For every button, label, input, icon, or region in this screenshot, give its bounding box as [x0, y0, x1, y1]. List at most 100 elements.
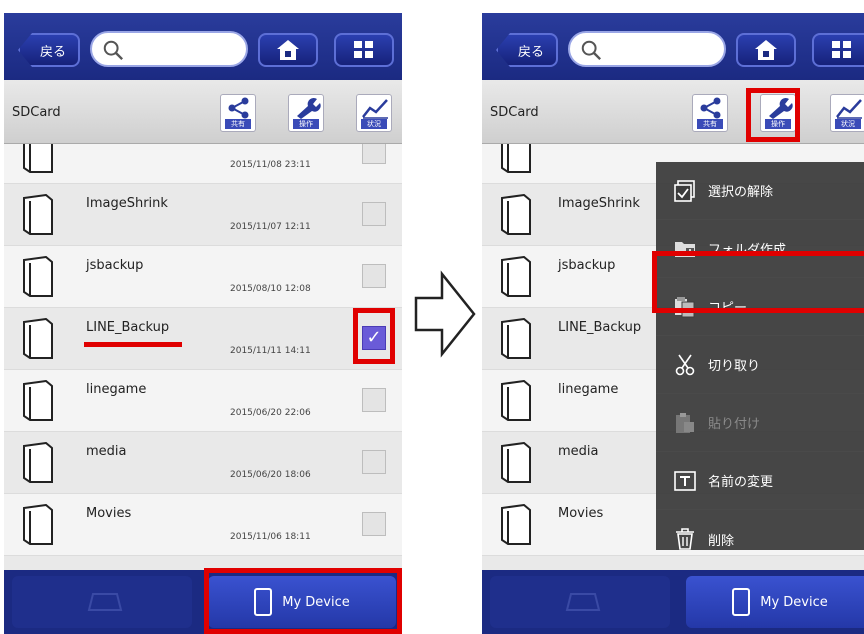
list-item[interactable]: media 2015/06/20 18:06	[4, 432, 402, 494]
folder-icon	[501, 380, 531, 421]
share-button[interactable]: 共有	[220, 94, 256, 132]
folder-icon	[23, 256, 53, 297]
list-item[interactable]: jsbackup 2015/08/10 12:08	[4, 246, 402, 308]
home-icon	[277, 40, 299, 60]
menu-label: 貼り付け	[708, 417, 761, 432]
folder-icon	[23, 442, 53, 483]
menu-item-delete[interactable]: 削除	[656, 510, 864, 568]
top-bar: 戻る	[482, 13, 864, 80]
list-item[interactable]: linegame 2015/06/20 22:06	[4, 370, 402, 432]
operations-button[interactable]: 操作	[288, 94, 324, 132]
phone-screen-before: 戻る SDCard 共有 操作 状況 2015/11/08 23:11 Imag…	[4, 13, 402, 634]
current-path: SDCard	[490, 105, 539, 120]
toolbar: SDCard 共有 操作 状況	[4, 80, 402, 144]
status-label: 状況	[361, 119, 387, 129]
smartphone-icon	[732, 588, 751, 616]
folder-icon	[501, 194, 531, 235]
storage-icon	[87, 593, 123, 611]
folder-icon	[23, 144, 53, 173]
home-button[interactable]	[258, 33, 318, 67]
file-date: 2015/11/11 14:11	[230, 346, 311, 356]
menu-label: 選択の解除	[708, 185, 774, 200]
status-button[interactable]: 状況	[356, 94, 392, 132]
operations-menu: 選択の解除 フォルダ作成 コピー 切り取り 貼り付け 名前の変更 削除	[656, 162, 864, 550]
select-checkbox[interactable]	[362, 202, 386, 226]
folder-icon	[23, 380, 53, 421]
file-name: linegame	[558, 382, 619, 397]
menu-label: 削除	[708, 533, 735, 549]
menu-item-cut[interactable]: 切り取り	[656, 336, 864, 394]
name-underline	[84, 342, 182, 347]
folder-icon	[501, 442, 531, 483]
select-checkbox[interactable]	[362, 264, 386, 288]
highlight-checkbox	[353, 308, 395, 364]
select-checkbox[interactable]	[362, 450, 386, 474]
file-name: jsbackup	[558, 258, 616, 273]
menu-item-paste[interactable]: 貼り付け	[656, 394, 864, 452]
select-checkbox[interactable]	[362, 388, 386, 412]
back-button[interactable]: 戻る	[18, 33, 80, 67]
file-date: 2015/11/06 18:11	[230, 532, 311, 542]
grid-icon	[354, 41, 373, 58]
tab-external-storage[interactable]	[12, 576, 192, 628]
select-checkbox[interactable]	[362, 512, 386, 536]
tab-external-storage[interactable]	[490, 576, 670, 628]
tab-my-device[interactable]: My Device	[686, 576, 864, 628]
status-label: 状況	[835, 119, 861, 129]
list-item[interactable]: 2015/11/08 23:11	[4, 144, 402, 184]
toolbar: SDCard 共有 操作 状況	[482, 80, 864, 144]
menu-item-rename[interactable]: 名前の変更	[656, 452, 864, 510]
folder-icon	[23, 194, 53, 235]
scissors-icon	[675, 354, 695, 376]
file-name: LINE_Backup	[86, 320, 170, 335]
menu-label: 名前の変更	[708, 475, 774, 490]
share-icon	[700, 97, 721, 119]
select-checkbox[interactable]	[362, 144, 386, 164]
file-name: ImageShrink	[558, 196, 640, 211]
phone-screen-after: 戻る SDCard 共有 操作 状況 ImageShrink jsbackup …	[482, 13, 864, 634]
share-label: 共有	[225, 119, 251, 129]
file-date: 2015/11/08 23:11	[230, 160, 311, 170]
file-date: 2015/06/20 18:06	[230, 470, 311, 480]
list-item-selected[interactable]: LINE_Backup 2015/11/11 14:11 ✓	[4, 308, 402, 370]
wrench-icon	[297, 97, 321, 119]
menu-item-deselect[interactable]: 選択の解除	[656, 162, 864, 220]
paste-icon	[676, 413, 694, 433]
grid-view-button[interactable]	[334, 33, 394, 67]
list-item[interactable]: ImageShrink 2015/11/07 12:11	[4, 184, 402, 246]
folder-icon	[501, 144, 531, 173]
folder-icon	[501, 318, 531, 359]
right-arrow-icon	[414, 270, 476, 358]
grid-icon	[832, 41, 851, 58]
file-date: 2015/08/10 12:08	[230, 284, 311, 294]
back-button[interactable]: 戻る	[496, 33, 558, 67]
rename-icon	[674, 471, 696, 491]
share-button[interactable]: 共有	[692, 94, 728, 132]
tutorial-canvas: 戻る SDCard 共有 操作 状況 2015/11/08 23:11 Imag…	[0, 0, 864, 634]
file-name: Movies	[86, 506, 132, 521]
folder-icon	[23, 504, 53, 545]
search-icon	[581, 40, 602, 61]
deselect-icon	[674, 180, 695, 202]
search-input[interactable]	[568, 31, 726, 67]
operations-label: 操作	[293, 119, 319, 129]
folder-icon	[23, 318, 53, 359]
share-icon	[228, 97, 249, 119]
grid-view-button[interactable]	[812, 33, 864, 67]
folder-icon	[501, 256, 531, 297]
top-bar: 戻る	[4, 13, 402, 80]
status-button[interactable]: 状況	[830, 94, 864, 132]
highlight-my-device	[204, 568, 402, 634]
home-button[interactable]	[736, 33, 796, 67]
menu-label: 切り取り	[708, 359, 761, 374]
storage-icon	[565, 593, 601, 611]
file-date: 2015/11/07 12:11	[230, 222, 311, 232]
file-name: media	[558, 444, 599, 459]
file-date: 2015/06/20 22:06	[230, 408, 311, 418]
search-input[interactable]	[90, 31, 248, 67]
list-item[interactable]: Movies 2015/11/06 18:11	[4, 494, 402, 556]
file-name: linegame	[86, 382, 147, 397]
file-name: jsbackup	[86, 258, 144, 273]
chart-icon	[362, 99, 388, 119]
file-name: LINE_Backup	[558, 320, 642, 335]
